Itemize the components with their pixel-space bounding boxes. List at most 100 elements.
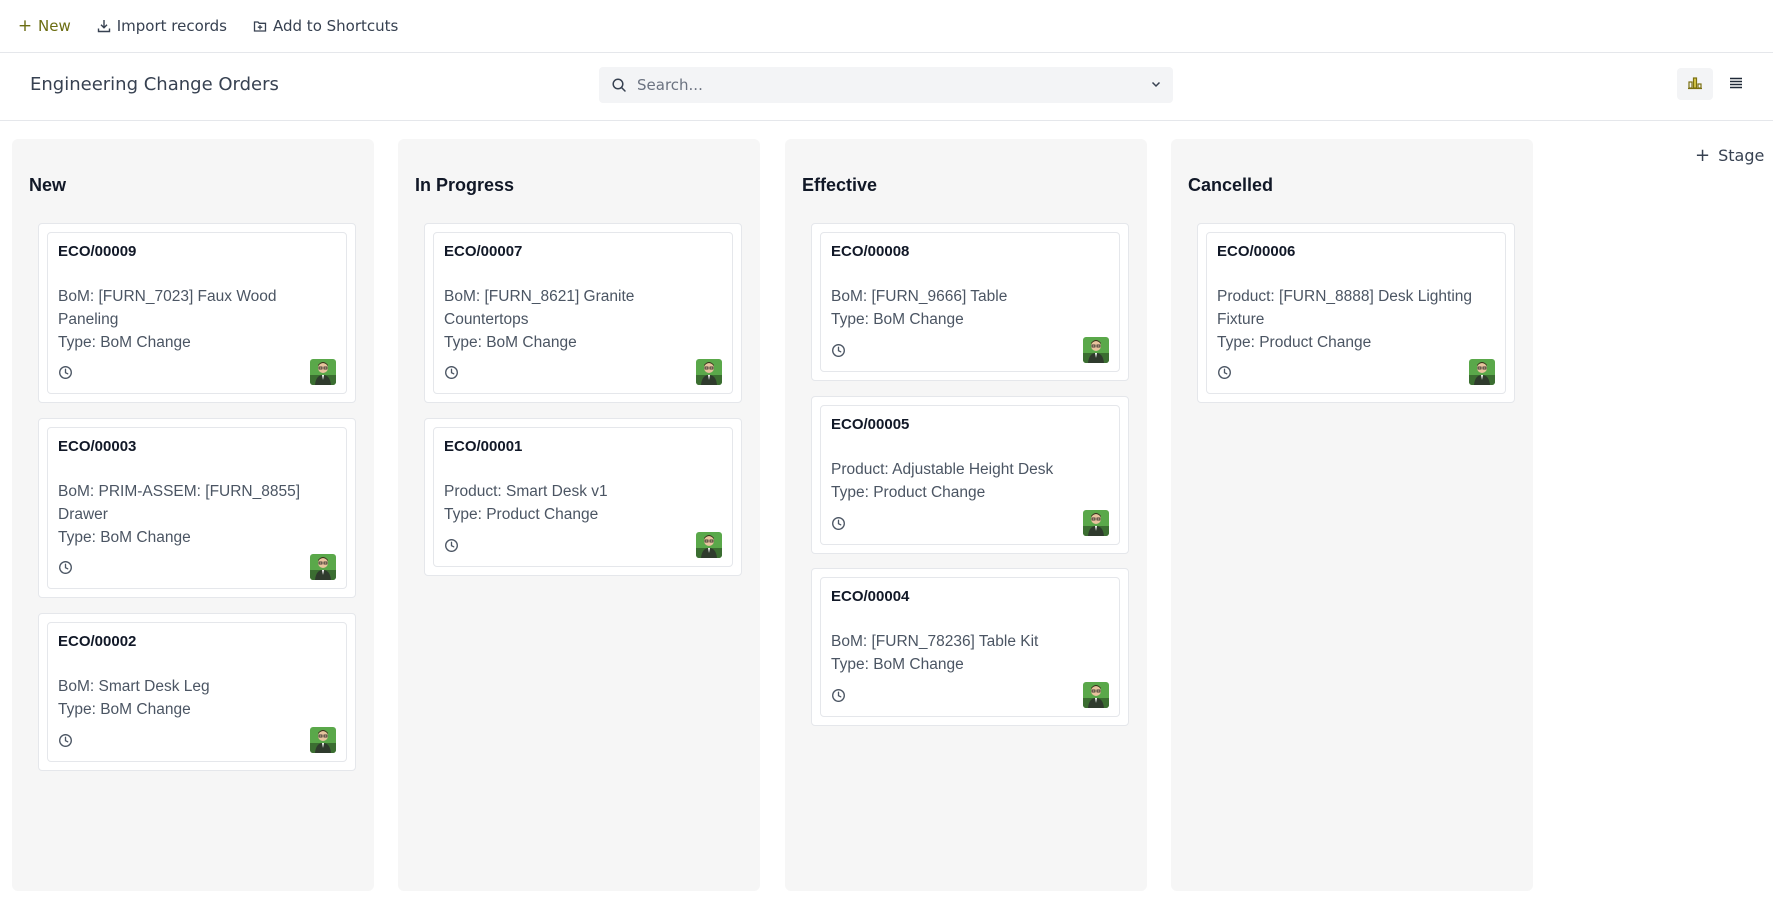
card-id: ECO/00007 <box>444 243 523 260</box>
clock-icon[interactable] <box>444 365 459 380</box>
card-footer <box>831 510 1109 536</box>
avatar[interactable] <box>310 359 336 385</box>
card-line-2: Type: Product Change <box>1217 334 1372 351</box>
download-icon <box>97 19 111 33</box>
add-stage-button[interactable]: + Stage <box>1695 145 1764 166</box>
card-line-2: Type: BoM Change <box>444 334 577 351</box>
kanban-card-inner: ECO/00007 BoM: [FURN_8621] Granite Count… <box>433 232 733 394</box>
card-description: BoM: [FURN_78236] Table Kit Type: BoM Ch… <box>831 630 1109 676</box>
card-id: ECO/00003 <box>58 438 137 455</box>
add-stage-label: Stage <box>1718 146 1765 165</box>
shortcut-add-icon <box>253 19 267 33</box>
avatar[interactable] <box>696 532 722 558</box>
card-description: Product: [FURN_8888] Desk Lighting Fixtu… <box>1217 285 1495 354</box>
card-line-2: Type: BoM Change <box>831 311 964 328</box>
list-icon <box>1729 75 1743 94</box>
kanban-card[interactable]: ECO/00001 Product: Smart Desk v1 Type: P… <box>424 418 742 576</box>
card-description: BoM: [FURN_7023] Faux Wood Paneling Type… <box>58 285 336 354</box>
card-line-2: Type: BoM Change <box>58 701 191 718</box>
page-title: Engineering Change Orders <box>30 74 279 95</box>
kanban-card[interactable]: ECO/00007 BoM: [FURN_8621] Granite Count… <box>424 223 742 403</box>
card-line-2: Type: BoM Change <box>58 529 191 546</box>
card-id: ECO/00009 <box>58 243 137 260</box>
card-description: BoM: Smart Desk Leg Type: BoM Change <box>58 675 336 721</box>
avatar[interactable] <box>310 554 336 580</box>
kanban-card-inner: ECO/00003 BoM: PRIM-ASSEM: [FURN_8855] D… <box>47 427 347 589</box>
avatar[interactable] <box>1083 337 1109 363</box>
card-line-1: BoM: Smart Desk Leg <box>58 678 210 695</box>
kanban-card[interactable]: ECO/00002 BoM: Smart Desk Leg Type: BoM … <box>38 613 356 771</box>
plus-icon: + <box>17 16 33 36</box>
column-title: Effective <box>802 175 878 195</box>
card-line-2: Type: BoM Change <box>831 656 964 673</box>
clock-icon[interactable] <box>58 365 73 380</box>
kanban-icon <box>1687 75 1703 94</box>
control-panel: Engineering Change Orders <box>0 54 1773 121</box>
kanban-view-button[interactable] <box>1677 68 1713 100</box>
card-line-1: Product: Adjustable Height Desk <box>831 461 1054 478</box>
plus-icon: + <box>1695 145 1711 166</box>
column-title: New <box>29 175 67 195</box>
search-input[interactable] <box>637 76 1137 94</box>
add-to-shortcuts-label: Add to Shortcuts <box>273 17 399 35</box>
card-footer <box>58 554 336 580</box>
list-view-button[interactable] <box>1720 68 1752 100</box>
card-line-1: BoM: [FURN_78236] Table Kit <box>831 633 1039 650</box>
clock-icon[interactable] <box>58 560 73 575</box>
card-footer <box>58 727 336 753</box>
kanban-column-cancelled: Cancelled ECO/00006 Product: [FURN_8888]… <box>1171 139 1533 891</box>
clock-icon[interactable] <box>831 516 846 531</box>
top-toolbar: + New Import records Add to Shortcuts <box>0 0 1773 53</box>
kanban-card[interactable]: ECO/00005 Product: Adjustable Height Des… <box>811 396 1129 554</box>
card-id: ECO/00002 <box>58 633 137 650</box>
search-bar[interactable] <box>599 67 1173 103</box>
kanban-card-inner: ECO/00005 Product: Adjustable Height Des… <box>820 405 1120 545</box>
card-line-1: Product: Smart Desk v1 <box>444 483 608 500</box>
card-line-1: BoM: [FURN_9666] Table <box>831 288 1008 305</box>
clock-icon[interactable] <box>831 343 846 358</box>
card-id: ECO/00001 <box>444 438 523 455</box>
card-line-2: Type: BoM Change <box>58 334 191 351</box>
kanban-column-new: New ECO/00009 BoM: [FURN_7023] Faux Wood… <box>12 139 374 891</box>
kanban-card[interactable]: ECO/00006 Product: [FURN_8888] Desk Ligh… <box>1197 223 1515 403</box>
card-id: ECO/00004 <box>831 588 910 605</box>
card-line-2: Type: Product Change <box>444 506 599 523</box>
import-records-button[interactable]: Import records <box>97 17 227 35</box>
card-line-1: BoM: [FURN_7023] Faux Wood Paneling <box>58 288 277 328</box>
card-description: BoM: [FURN_9666] Table Type: BoM Change <box>831 285 1109 331</box>
kanban-card-inner: ECO/00001 Product: Smart Desk v1 Type: P… <box>433 427 733 567</box>
add-to-shortcuts-button[interactable]: Add to Shortcuts <box>253 17 398 35</box>
avatar[interactable] <box>696 359 722 385</box>
card-line-1: BoM: [FURN_8621] Granite Countertops <box>444 288 635 328</box>
avatar[interactable] <box>1083 510 1109 536</box>
clock-icon[interactable] <box>831 688 846 703</box>
avatar[interactable] <box>310 727 336 753</box>
clock-icon[interactable] <box>58 733 73 748</box>
card-footer <box>58 359 336 385</box>
column-title: Cancelled <box>1188 175 1274 195</box>
card-line-2: Type: Product Change <box>831 484 986 501</box>
card-footer <box>444 532 722 558</box>
new-button[interactable]: + New <box>17 16 71 36</box>
kanban-card[interactable]: ECO/00008 BoM: [FURN_9666] Table Type: B… <box>811 223 1129 381</box>
card-footer <box>1217 359 1495 385</box>
avatar[interactable] <box>1469 359 1495 385</box>
clock-icon[interactable] <box>444 538 459 553</box>
card-description: BoM: [FURN_8621] Granite Countertops Typ… <box>444 285 722 354</box>
card-footer <box>831 682 1109 708</box>
search-icon <box>611 77 627 93</box>
kanban-card-inner: ECO/00009 BoM: [FURN_7023] Faux Wood Pan… <box>47 232 347 394</box>
kanban-card[interactable]: ECO/00009 BoM: [FURN_7023] Faux Wood Pan… <box>38 223 356 403</box>
card-line-1: Product: [FURN_8888] Desk Lighting Fixtu… <box>1217 288 1473 328</box>
kanban-column-effective: Effective ECO/00008 BoM: [FURN_9666] Tab… <box>785 139 1147 891</box>
clock-icon[interactable] <box>1217 365 1232 380</box>
kanban-card-inner: ECO/00008 BoM: [FURN_9666] Table Type: B… <box>820 232 1120 372</box>
kanban-card[interactable]: ECO/00004 BoM: [FURN_78236] Table Kit Ty… <box>811 568 1129 726</box>
kanban-card-inner: ECO/00006 Product: [FURN_8888] Desk Ligh… <box>1206 232 1506 394</box>
new-button-label: New <box>38 17 71 35</box>
card-footer <box>444 359 722 385</box>
avatar[interactable] <box>1083 682 1109 708</box>
chevron-down-icon[interactable] <box>1149 77 1163 91</box>
kanban-card[interactable]: ECO/00003 BoM: PRIM-ASSEM: [FURN_8855] D… <box>38 418 356 598</box>
kanban-column-in-progress: In Progress ECO/00007 BoM: [FURN_8621] G… <box>398 139 760 891</box>
